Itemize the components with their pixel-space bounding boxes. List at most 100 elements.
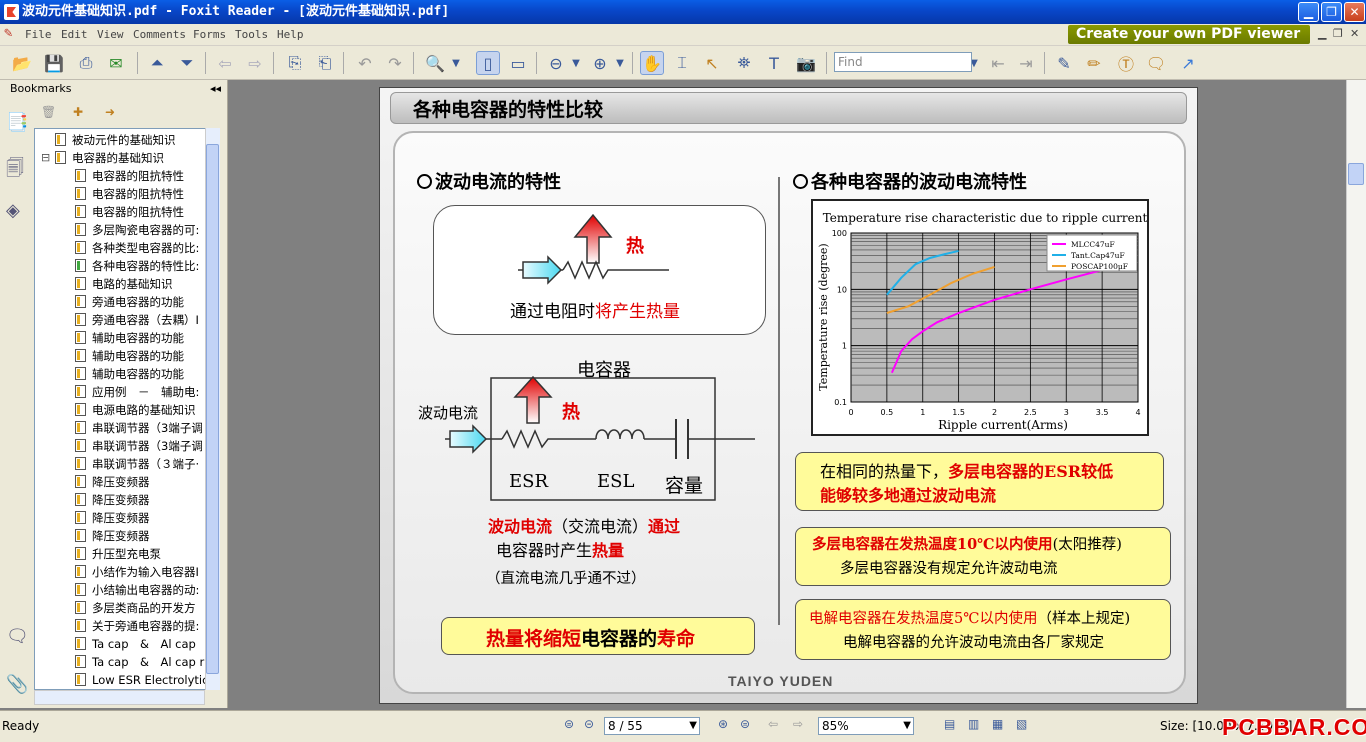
delete-bookmark-icon[interactable]: 🗑: [41, 105, 56, 119]
continuous-facing-icon[interactable]: ▧: [1016, 717, 1027, 731]
zoom-dropdown-icon[interactable]: ▼: [903, 718, 911, 734]
zoom-tool-icon[interactable]: 🔍: [423, 51, 447, 75]
note-icon[interactable]: 🗨: [1144, 51, 1168, 75]
textbox-icon[interactable]: Ⓣ: [1114, 51, 1138, 75]
bookmark-item[interactable]: 降压变频器: [75, 509, 150, 527]
bookmark-item[interactable]: 旁通电容器（去耦）I: [75, 311, 199, 329]
pages-tab-icon[interactable]: 🗐: [6, 156, 26, 180]
mdi-restore-button[interactable]: ❐: [1333, 27, 1343, 40]
bookmark-item[interactable]: Ta cap & Al cap: [75, 635, 196, 653]
bookmarks-tab-icon[interactable]: 📑: [6, 112, 28, 136]
find-previous-icon[interactable]: ⇤: [986, 51, 1010, 75]
bookmark-item[interactable]: 串联调节器（3端子调: [75, 437, 203, 455]
bookmark-item[interactable]: 降压变频器: [75, 527, 150, 545]
mdi-close-button[interactable]: ✕: [1350, 27, 1359, 40]
bookmark-item[interactable]: 降压变频器: [75, 491, 150, 509]
bookmark-item[interactable]: 串联调节器（３端子·: [75, 455, 199, 473]
menu-forms[interactable]: Forms: [193, 28, 226, 41]
page-number-input[interactable]: 8 / 55 ▼: [604, 717, 700, 735]
bookmark-item[interactable]: 被动元件的基础知识: [55, 131, 176, 149]
redo-icon[interactable]: ↷: [383, 51, 407, 75]
bookmark-item[interactable]: 降压变频器: [75, 473, 150, 491]
forward-icon[interactable]: ⇨: [243, 51, 267, 75]
extract-page-icon[interactable]: ⎘: [283, 51, 307, 75]
menu-help[interactable]: Help: [277, 28, 304, 41]
bookmark-item[interactable]: 各种类型电容器的比:: [75, 239, 199, 257]
email-icon[interactable]: ✉: [104, 51, 128, 75]
bookmark-item[interactable]: 电路的基础知识: [75, 275, 173, 293]
bookmark-item[interactable]: 电容器的阻抗特性: [75, 167, 184, 185]
bookmark-item[interactable]: Low ESR Electrolytic: [75, 671, 208, 689]
open-icon[interactable]: 📂: [10, 51, 34, 75]
single-page-icon[interactable]: ▤: [944, 717, 955, 731]
hand-tool-icon[interactable]: ✋: [640, 51, 664, 75]
bookmark-item[interactable]: 小结输出电容器的动:: [75, 581, 199, 599]
back-icon[interactable]: ⇦: [213, 51, 237, 75]
menu-file[interactable]: File: [25, 28, 52, 41]
bookmark-item[interactable]: 辅助电容器的功能: [75, 329, 184, 347]
bookmark-item[interactable]: 多层陶瓷电容器的可:: [75, 221, 199, 239]
select-text-icon[interactable]: ⌶: [670, 51, 694, 75]
add-bookmark-icon[interactable]: ✚: [73, 105, 83, 119]
layers-tab-icon[interactable]: ◈: [6, 200, 26, 224]
page-dropdown-icon[interactable]: ▼: [689, 718, 697, 734]
insert-page-icon[interactable]: ⎗: [313, 51, 337, 75]
bookmark-item[interactable]: 辅助电容器的功能: [75, 347, 184, 365]
zoom-in-icon[interactable]: ⊕: [588, 51, 612, 75]
snapshot-icon[interactable]: 📷: [794, 51, 818, 75]
bookmark-horizontal-scrollbar[interactable]: [34, 690, 205, 705]
document-scroll-thumb[interactable]: [1348, 163, 1364, 185]
save-icon[interactable]: 💾: [42, 51, 66, 75]
first-page-button-icon[interactable]: ⊜: [564, 717, 574, 731]
next-page-button-icon[interactable]: ⊛: [718, 717, 728, 731]
bookmark-item[interactable]: 各种电容器的特性比:: [75, 257, 199, 275]
zoom-out-dropdown-icon[interactable]: ▼: [570, 51, 582, 75]
fit-width-icon[interactable]: ▭: [506, 51, 530, 75]
bookmark-item[interactable]: 串联调节器（3端子调: [75, 419, 203, 437]
select-annotation-icon[interactable]: ↖: [700, 51, 724, 75]
restore-button[interactable]: ❐: [1321, 2, 1342, 22]
find-next-icon[interactable]: ⇥: [1014, 51, 1038, 75]
fit-page-icon[interactable]: ▯: [476, 51, 500, 75]
menu-tools[interactable]: Tools: [235, 28, 268, 41]
zoom-level-select[interactable]: 85% ▼: [818, 717, 914, 735]
print-icon[interactable]: ⎙: [74, 51, 98, 75]
bookmark-item[interactable]: 关于旁通电容器的提:: [75, 617, 199, 635]
facing-icon[interactable]: ▦: [992, 717, 1003, 731]
bookmark-item[interactable]: 旁通电容器的功能: [75, 293, 184, 311]
first-page-icon[interactable]: ⏶: [145, 51, 169, 75]
menu-edit[interactable]: Edit: [61, 28, 88, 41]
undo-icon[interactable]: ↶: [353, 51, 377, 75]
zoom-out-icon[interactable]: ⊖: [544, 51, 568, 75]
last-page-button-icon[interactable]: ⊜: [740, 717, 750, 731]
find-input[interactable]: Find: [834, 52, 972, 72]
minimize-button[interactable]: ▁: [1298, 2, 1319, 22]
bookmark-item[interactable]: 应用例 － 辅助电:: [75, 383, 199, 401]
bookmark-item[interactable]: ⊟ 电容器的基础知识: [41, 149, 164, 167]
bookmark-item[interactable]: 电容器的阻抗特性: [75, 203, 184, 221]
bookmark-item[interactable]: 辅助电容器的功能: [75, 365, 184, 383]
prev-page-button-icon[interactable]: ⊝: [584, 717, 594, 731]
bookmark-item[interactable]: 电源电路的基础知识: [75, 401, 196, 419]
bookmark-item[interactable]: 小结作为输入电容器I: [75, 563, 199, 581]
find-binoculars-icon[interactable]: ⛯: [732, 51, 756, 75]
app-menu-icon[interactable]: ✎: [4, 25, 12, 41]
bookmark-item[interactable]: 升压型充电泵: [75, 545, 161, 563]
attachments-tab-icon[interactable]: 📎: [6, 674, 28, 698]
mdi-minimize-button[interactable]: ▁: [1318, 27, 1326, 40]
zoom-in-dropdown-icon[interactable]: ▼: [614, 51, 626, 75]
typewriter-icon[interactable]: T: [762, 51, 786, 75]
forward-view-icon[interactable]: ⇨: [793, 717, 803, 731]
zoom-dropdown-icon[interactable]: ▼: [450, 51, 462, 75]
bookmark-item[interactable]: 电容器的阻抗特性: [75, 185, 184, 203]
collapse-toggle-icon[interactable]: ⊟: [41, 149, 50, 167]
continuous-icon[interactable]: ▥: [968, 717, 979, 731]
arrow-tool-icon[interactable]: ↗: [1176, 51, 1200, 75]
bookmark-scroll-thumb[interactable]: [206, 144, 219, 674]
expand-bookmark-icon[interactable]: ➜: [105, 105, 115, 119]
create-pdf-banner[interactable]: Create your own PDF viewer ⚙: [1068, 25, 1310, 61]
pencil-icon[interactable]: ✏: [1082, 51, 1106, 75]
back-view-icon[interactable]: ⇦: [768, 717, 778, 731]
menu-view[interactable]: View: [97, 28, 124, 41]
bookmark-item[interactable]: 多层类商品的开发方: [75, 599, 196, 617]
